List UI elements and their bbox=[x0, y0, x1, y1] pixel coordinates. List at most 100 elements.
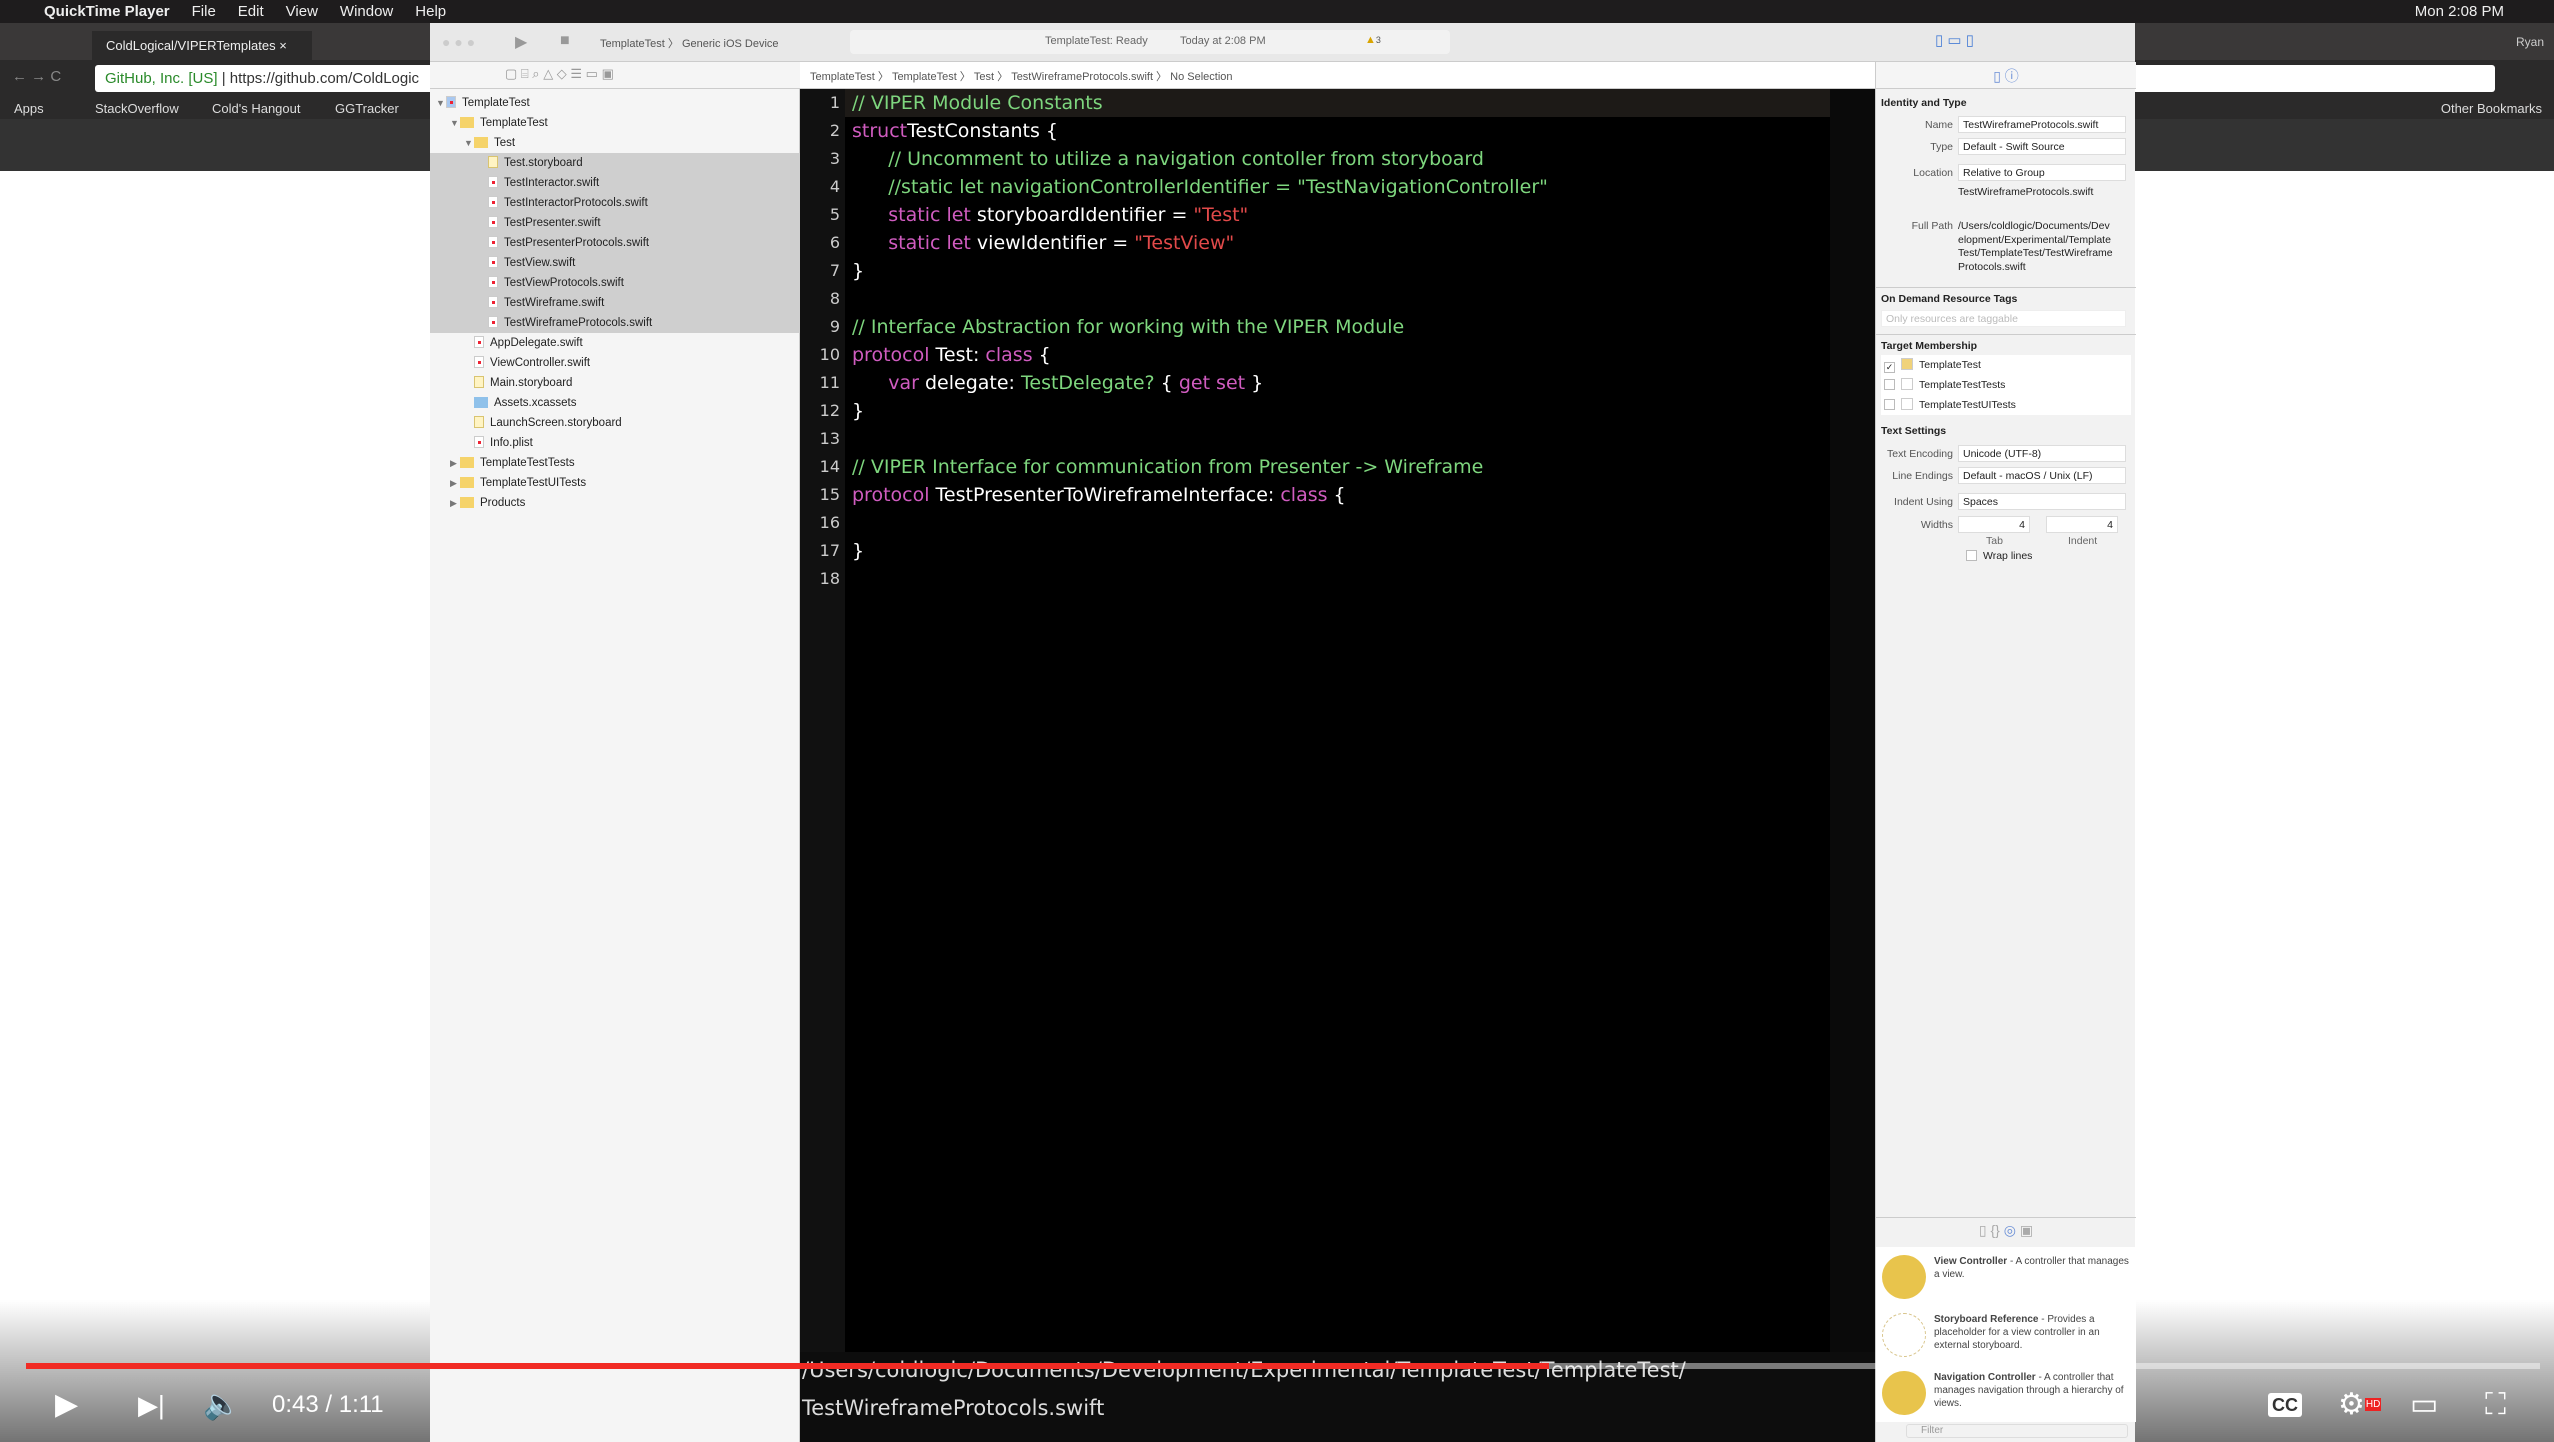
jump-2[interactable]: Test bbox=[974, 71, 994, 83]
jump-4[interactable]: No Selection bbox=[1170, 71, 1232, 83]
menu-window[interactable]: Window bbox=[340, 3, 393, 20]
target-row[interactable]: TemplateTestTests bbox=[1881, 375, 2131, 395]
bookmark-ggtracker[interactable]: GGTracker bbox=[335, 101, 399, 116]
play-icon[interactable]: ▶ bbox=[55, 1385, 78, 1425]
code-line[interactable]: // VIPER Interface for communication fro… bbox=[852, 453, 1483, 481]
menu-view[interactable]: View bbox=[286, 3, 318, 20]
navigator-item[interactable]: Test.storyboard bbox=[430, 153, 800, 173]
type-select[interactable]: Default - Swift Source bbox=[1958, 138, 2126, 155]
code-line[interactable]: // Uncomment to utilize a navigation con… bbox=[852, 145, 1484, 173]
navigator-item[interactable]: AppDelegate.swift bbox=[430, 333, 800, 353]
code-line[interactable]: //static let navigationControllerIdentif… bbox=[852, 173, 1548, 201]
location-select[interactable]: Relative to Group bbox=[1958, 164, 2126, 181]
menu-app[interactable]: QuickTime Player bbox=[44, 3, 170, 20]
disclosure-open-icon[interactable]: ▼ bbox=[464, 133, 474, 153]
target-checkbox[interactable] bbox=[1884, 399, 1895, 410]
encoding-select[interactable]: Unicode (UTF-8) bbox=[1958, 445, 2126, 462]
target-row[interactable]: TemplateTestUITests bbox=[1881, 395, 2131, 415]
volume-icon[interactable]: 🔈 bbox=[203, 1385, 240, 1425]
navigator-item[interactable]: TestInteractorProtocols.swift bbox=[430, 193, 800, 213]
menu-help[interactable]: Help bbox=[415, 3, 446, 20]
warning-icon[interactable]: ▲3 bbox=[1365, 34, 1381, 46]
run-button[interactable]: ▶ bbox=[515, 32, 527, 52]
navigator-icons[interactable]: ▢ ⌸ ⌕ △ ◇ ☰ ▭ ▣ bbox=[505, 66, 614, 82]
profile-name[interactable]: Ryan bbox=[2516, 35, 2544, 49]
bookmark-stackoverflow[interactable]: StackOverflow bbox=[95, 101, 179, 116]
code-line[interactable]: // VIPER Module Constants bbox=[852, 89, 1103, 117]
library-filter[interactable]: Filter bbox=[1906, 1424, 2128, 1438]
code-line[interactable]: structTestConstants { bbox=[852, 117, 1058, 145]
library-tabs[interactable]: ▯ {} ◎ ▣ bbox=[1876, 1222, 2136, 1239]
menu-edit[interactable]: Edit bbox=[238, 3, 264, 20]
browser-tab[interactable]: ColdLogical/VIPERTemplates × bbox=[92, 31, 312, 60]
navigator-item[interactable]: Main.storyboard bbox=[430, 373, 800, 393]
clock[interactable]: Mon 2:08 PM bbox=[2415, 3, 2504, 20]
inspector-tabs[interactable]: ▯ ⓘ bbox=[1876, 62, 2136, 89]
navigator-tabs[interactable]: ▢ ⌸ ⌕ △ ◇ ☰ ▭ ▣ bbox=[430, 62, 800, 89]
code-line[interactable]: var delegate: TestDelegate? { get set } bbox=[852, 369, 1263, 397]
navigator-item[interactable]: LaunchScreen.storyboard bbox=[430, 413, 800, 433]
jump-0[interactable]: TemplateTest bbox=[810, 71, 875, 83]
stop-button[interactable]: ■ bbox=[560, 32, 570, 50]
disclosure-closed-icon[interactable]: ▶ bbox=[450, 493, 460, 513]
menu-file[interactable]: File bbox=[192, 3, 216, 20]
navigator-item[interactable]: Assets.xcassets bbox=[430, 393, 800, 413]
panel-toggles[interactable]: ▯ ▭ ▯ bbox=[1935, 31, 1974, 49]
jump-bar[interactable]: TemplateTest 〉 TemplateTest 〉 Test 〉 Tes… bbox=[800, 62, 1875, 89]
navigator-item[interactable]: TestPresenter.swift bbox=[430, 213, 800, 233]
tab-width-field[interactable]: 4 bbox=[1958, 516, 2030, 533]
library-item[interactable]: Storyboard Reference - Provides a placeh… bbox=[1876, 1305, 2136, 1365]
code-line[interactable]: static let viewIdentifier = "TestView" bbox=[852, 229, 1234, 257]
progress-bar[interactable] bbox=[26, 1363, 2540, 1369]
library-item[interactable]: View Controller - A controller that mana… bbox=[1876, 1247, 2136, 1307]
target-checkbox[interactable]: ✓ bbox=[1884, 362, 1895, 373]
bookmark-apps[interactable]: Apps bbox=[14, 101, 44, 116]
code-line[interactable]: // Interface Abstraction for working wit… bbox=[852, 313, 1404, 341]
navigator-item[interactable]: TestInteractor.swift bbox=[430, 173, 800, 193]
navigator-item[interactable]: TestPresenterProtocols.swift bbox=[430, 233, 800, 253]
bookmark-colds-hangout[interactable]: Cold's Hangout bbox=[212, 101, 300, 116]
navigator-item[interactable]: TestWireframe.swift bbox=[430, 293, 800, 313]
navigator-item[interactable]: ▶ TemplateTestTests bbox=[430, 453, 800, 473]
scheme-selector[interactable]: TemplateTest 〉 Generic iOS Device bbox=[595, 30, 835, 54]
disclosure-closed-icon[interactable]: ▶ bbox=[450, 473, 460, 493]
jump-3[interactable]: TestWireframeProtocols.swift bbox=[1011, 71, 1153, 83]
indent-using-select[interactable]: Spaces bbox=[1958, 493, 2126, 510]
disclosure-open-icon[interactable]: ▼ bbox=[436, 93, 446, 113]
captions-button[interactable]: CC bbox=[2268, 1393, 2302, 1417]
navigator-item[interactable]: ViewController.swift bbox=[430, 353, 800, 373]
target-row[interactable]: ✓ TemplateTest bbox=[1881, 355, 2131, 375]
code-line[interactable]: static let storyboardIdentifier = "Test" bbox=[852, 201, 1248, 229]
navigator-item[interactable]: ▼ TemplateTest bbox=[430, 113, 800, 133]
navigator-item[interactable]: TestWireframeProtocols.swift bbox=[430, 313, 800, 333]
navigator-item[interactable]: TestView.swift bbox=[430, 253, 800, 273]
theater-mode-icon[interactable]: ▭ bbox=[2410, 1385, 2438, 1425]
code-line[interactable]: } bbox=[852, 537, 864, 565]
odr-tags-field[interactable]: Only resources are taggable bbox=[1881, 310, 2126, 327]
navigator-item[interactable]: ▶ TemplateTestUITests bbox=[430, 473, 800, 493]
code-line[interactable]: protocol Test: class { bbox=[852, 341, 1051, 369]
library-item[interactable]: Navigation Controller - A controller tha… bbox=[1876, 1363, 2136, 1423]
other-bookmarks[interactable]: Other Bookmarks bbox=[2441, 101, 2542, 116]
line-endings-select[interactable]: Default - macOS / Unix (LF) bbox=[1958, 467, 2126, 484]
navigator-item[interactable]: TestViewProtocols.swift bbox=[430, 273, 800, 293]
disclosure-closed-icon[interactable]: ▶ bbox=[450, 453, 460, 473]
editor-scrollbar[interactable] bbox=[1830, 89, 1875, 1352]
indent-width-field[interactable]: 4 bbox=[2046, 516, 2118, 533]
navigator-item[interactable]: ▼ Test bbox=[430, 133, 800, 153]
nav-buttons[interactable]: ← → C bbox=[12, 68, 61, 85]
code-line[interactable]: protocol TestPresenterToWireframeInterfa… bbox=[852, 481, 1346, 509]
code-editor[interactable]: 1 // VIPER Module Constants 2 structTestCon… bbox=[800, 89, 1875, 1352]
navigator-item[interactable]: ▼ TemplateTest bbox=[430, 93, 800, 113]
disclosure-open-icon[interactable]: ▼ bbox=[450, 113, 460, 133]
settings-icon[interactable]: ⚙HD bbox=[2338, 1385, 2382, 1425]
navigator-item[interactable]: Info.plist bbox=[430, 433, 800, 453]
window-controls[interactable]: ● ● ● bbox=[442, 34, 475, 50]
name-field[interactable]: TestWireframeProtocols.swift bbox=[1958, 116, 2126, 133]
next-icon[interactable]: ▶| bbox=[138, 1385, 165, 1425]
code-line[interactable]: } bbox=[852, 397, 864, 425]
fullscreen-icon[interactable]: ⛶ bbox=[2485, 1385, 2506, 1425]
wrap-lines-checkbox[interactable]: Wrap lines bbox=[1966, 550, 2032, 562]
target-checkbox[interactable] bbox=[1884, 379, 1895, 390]
navigator-item[interactable]: ▶ Products bbox=[430, 493, 800, 513]
